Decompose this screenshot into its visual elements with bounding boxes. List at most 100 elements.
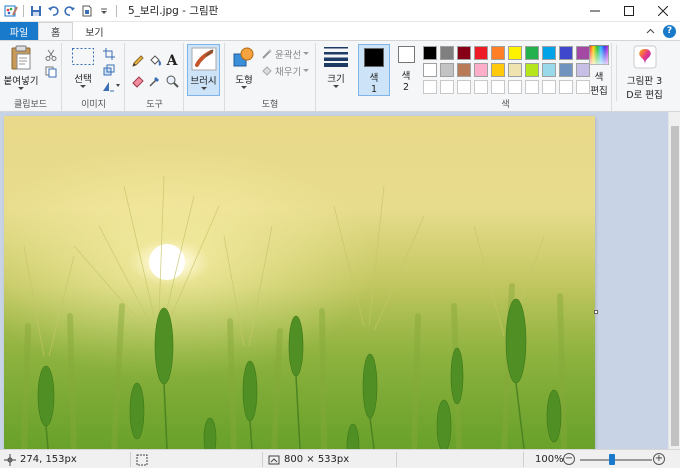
paint3d-label-line2: D로 편집	[626, 90, 663, 101]
magnifier-icon[interactable]	[164, 73, 180, 89]
palette-swatch[interactable]	[508, 46, 522, 60]
select-label: 선택	[74, 74, 92, 85]
clipboard-group-label: 클립보드	[13, 100, 48, 110]
edit-colors-button[interactable]: 색 편집	[586, 45, 612, 97]
outline-dropdown[interactable]: 윤곽선	[261, 47, 310, 61]
colors-group-label: 색	[501, 100, 510, 110]
help-icon[interactable]: ?	[663, 24, 676, 38]
ribbon-tabs: 파일 홈 보기 ?	[0, 22, 680, 40]
palette-swatch[interactable]	[457, 46, 471, 60]
paint3d-icon	[633, 45, 656, 69]
shapes-icon	[233, 47, 254, 67]
palette-custom-swatch[interactable]	[491, 80, 505, 94]
palette-swatch[interactable]	[491, 63, 505, 77]
palette-swatch[interactable]	[440, 63, 454, 77]
brushes-label: 브러시	[190, 76, 217, 87]
zoom-slider-thumb[interactable]	[609, 454, 616, 465]
size-button[interactable]: 크기	[318, 45, 354, 89]
zoom-slider-track[interactable]	[580, 459, 652, 461]
paste-label: 붙여넣기	[3, 76, 39, 87]
save-icon[interactable]	[28, 2, 44, 20]
maximize-button[interactable]	[612, 0, 646, 22]
color2-button[interactable]: 색 2	[393, 46, 419, 93]
shapes-label: 도형	[235, 75, 253, 86]
canvas-workspace[interactable]	[0, 112, 668, 449]
new-file-icon[interactable]	[79, 2, 95, 20]
tab-file[interactable]: 파일	[0, 22, 38, 40]
text-tool-icon[interactable]: A	[164, 53, 180, 69]
crop-icon[interactable]	[101, 46, 117, 62]
size-label: 크기	[327, 74, 345, 85]
fill-dropdown[interactable]: 채우기	[261, 64, 310, 78]
brush-icon	[191, 47, 216, 71]
resize-icon[interactable]	[101, 62, 117, 78]
palette-swatch[interactable]	[440, 46, 454, 60]
zoom-level: 100%	[535, 454, 564, 465]
palette-custom-swatch[interactable]	[559, 80, 573, 94]
eraser-icon[interactable]	[130, 73, 146, 89]
resize-handle-right[interactable]	[594, 310, 598, 314]
tools-group: A 도구	[126, 43, 184, 111]
close-button[interactable]	[646, 0, 680, 22]
paste-button[interactable]: 붙여넣기	[2, 45, 40, 91]
cursor-position: 274, 153px	[20, 454, 77, 465]
tab-view[interactable]: 보기	[73, 22, 115, 40]
palette-swatch[interactable]	[542, 46, 556, 60]
color-wheel-icon	[589, 45, 609, 65]
color2-label-line2: 2	[402, 82, 410, 93]
paint-app-icon[interactable]	[3, 2, 19, 20]
selection-size-icon	[136, 454, 148, 465]
rotate-icon[interactable]	[101, 78, 123, 94]
customize-toolbar-dropdown-icon[interactable]	[96, 2, 112, 20]
palette-custom-swatch[interactable]	[457, 80, 471, 94]
minimize-button[interactable]	[578, 0, 612, 22]
vertical-scrollbar[interactable]	[668, 112, 680, 449]
palette-swatch[interactable]	[423, 46, 437, 60]
palette-swatch[interactable]	[474, 46, 488, 60]
tools-group-label: 도구	[146, 100, 163, 110]
palette-swatch[interactable]	[559, 46, 573, 60]
scrollbar-thumb[interactable]	[671, 126, 679, 446]
zoom-in-button[interactable]: +	[653, 453, 665, 465]
zoom-out-button[interactable]: −	[563, 453, 575, 465]
brushes-button[interactable]: 브러시	[187, 44, 220, 96]
collapse-ribbon-icon[interactable]	[646, 28, 655, 34]
palette-swatch[interactable]	[542, 63, 556, 77]
barley-field-image[interactable]	[4, 116, 595, 449]
copy-icon[interactable]	[43, 64, 59, 80]
redo-icon[interactable]	[62, 2, 78, 20]
color2-swatch	[397, 46, 415, 63]
palette-custom-swatch[interactable]	[542, 80, 556, 94]
pencil-icon[interactable]	[130, 53, 146, 69]
image-dimensions: 800 × 533px	[284, 454, 350, 465]
shapes-button[interactable]: 도형	[229, 46, 259, 90]
palette-swatch[interactable]	[491, 46, 505, 60]
edit-with-paint3d-button[interactable]: 그림판 3 D로 편집	[616, 45, 672, 101]
palette-swatch[interactable]	[457, 63, 471, 77]
color1-button[interactable]: 색 1	[358, 44, 390, 96]
cut-icon[interactable]	[43, 47, 59, 63]
palette-custom-swatch[interactable]	[474, 80, 488, 94]
shapes-group-label: 도형	[261, 100, 279, 110]
quick-access-toolbar	[0, 0, 120, 22]
palette-swatch[interactable]	[474, 63, 488, 77]
fill-icon	[262, 66, 272, 76]
palette-swatch[interactable]	[525, 46, 539, 60]
window-title: 5_보리.jpg - 그림판	[128, 5, 219, 17]
palette-swatch[interactable]	[525, 63, 539, 77]
clipboard-group: 붙여넣기 클립보드	[0, 43, 62, 111]
palette-custom-swatch[interactable]	[423, 80, 437, 94]
palette-swatch[interactable]	[559, 63, 573, 77]
fill-label: 채우기	[275, 67, 302, 78]
select-button[interactable]: 선택	[67, 47, 99, 89]
palette-swatch[interactable]	[508, 63, 522, 77]
undo-icon[interactable]	[45, 2, 61, 20]
title-bar: 5_보리.jpg - 그림판	[0, 0, 680, 22]
fill-bucket-icon[interactable]	[147, 53, 163, 69]
tab-home[interactable]: 홈	[38, 22, 74, 40]
palette-custom-swatch[interactable]	[440, 80, 454, 94]
color-picker-icon[interactable]	[147, 73, 163, 89]
palette-swatch[interactable]	[423, 63, 437, 77]
palette-custom-swatch[interactable]	[508, 80, 522, 94]
palette-custom-swatch[interactable]	[525, 80, 539, 94]
